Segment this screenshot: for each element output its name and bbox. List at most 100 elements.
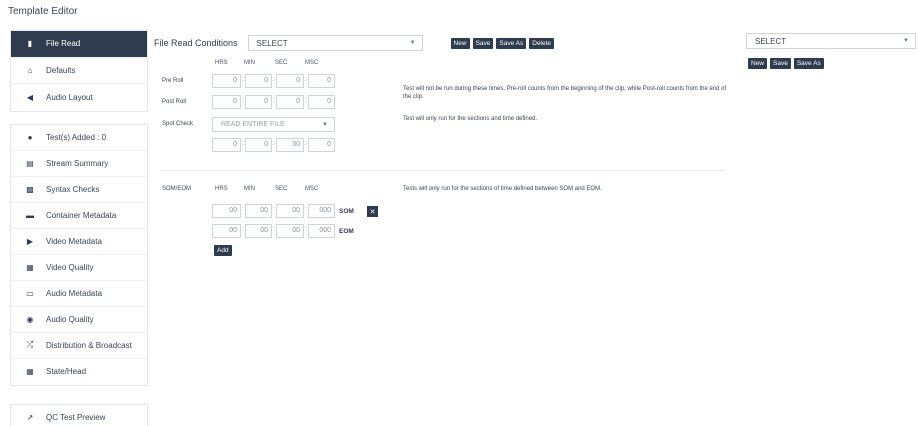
post-roll-msc-input[interactable]: 0 <box>308 95 335 109</box>
save-button[interactable]: Save <box>472 37 494 49</box>
eom-min-input[interactable]: 00 <box>245 224 272 238</box>
post-roll-label: Post Roll <box>162 99 187 105</box>
right-template-select[interactable]: SELECT ▼ <box>746 33 916 49</box>
spot-hrs-input[interactable]: 0 <box>212 138 241 152</box>
speaker-icon: ◀ <box>26 92 34 102</box>
right-save-as-button[interactable]: Save As <box>793 58 824 69</box>
msc-header: MSC <box>305 186 319 192</box>
som-eom-label: SOM/EOM <box>162 186 192 192</box>
som-eom-note: Tests will only run for the sections of … <box>403 186 602 192</box>
eom-msc-input[interactable]: 000 <box>308 224 335 238</box>
new-button[interactable]: New <box>450 37 470 49</box>
colon-separator: : <box>305 140 307 147</box>
colon-separator: : <box>305 97 307 104</box>
grid-icon: ▦ <box>26 367 34 376</box>
add-button[interactable]: Add <box>214 245 232 256</box>
sidebar-item-defaults[interactable]: ⌂ Defaults <box>11 58 147 84</box>
sidebar-item-file-read[interactable]: ▮ File Read <box>11 31 147 58</box>
chevron-down-icon: ▼ <box>903 38 909 44</box>
eom-sec-input[interactable]: 00 <box>276 224 304 238</box>
som-marker-label: SOM <box>339 208 354 215</box>
sidebar-item-label: Defaults <box>46 65 76 75</box>
hrs-header: HRS <box>215 60 228 66</box>
eom-hrs-input[interactable]: 00 <box>212 224 241 238</box>
som-min-input[interactable]: 00 <box>245 204 272 218</box>
min-header: MIN <box>244 60 255 66</box>
min-header: MIN <box>244 186 255 192</box>
spot-msc-input[interactable]: 0 <box>308 138 335 152</box>
spot-min-input[interactable]: 0 <box>245 138 272 152</box>
som-sec-input[interactable]: 00 <box>276 204 304 218</box>
colon-separator: : <box>242 140 244 147</box>
sidebar-item-label: Distribution & Broadcast <box>46 340 132 350</box>
summary-icon: ▤ <box>26 158 34 168</box>
colon-separator: : <box>273 206 275 213</box>
colon-separator: : <box>305 226 307 233</box>
section-divider <box>160 170 725 171</box>
colon-separator: : <box>242 97 244 104</box>
colon-separator: : <box>242 226 244 233</box>
home-icon: ⌂ <box>27 65 33 75</box>
colon-separator: : <box>242 76 244 83</box>
sidebar-item-distribution-broadcast[interactable]: ⤮ Distribution & Broadcast <box>11 333 147 359</box>
sidebar-item-label: Test(s) Added : 0 <box>46 132 107 142</box>
sidebar-item-state-head[interactable]: ▦ State/Head <box>11 359 147 385</box>
save-as-button[interactable]: Save As <box>496 37 527 49</box>
file-read-select[interactable]: SELECT ▼ <box>247 35 423 51</box>
post-roll-min-input[interactable]: 0 <box>245 95 272 109</box>
eom-marker-label: EOM <box>339 228 354 235</box>
spot-check-label: Spot Check <box>162 121 194 127</box>
file-read-actions: New Save Save As Delete <box>450 37 555 49</box>
pre-roll-min-input[interactable]: 0 <box>245 74 272 88</box>
spot-sec-input[interactable]: 30 <box>276 138 304 152</box>
pre-roll-sec-input[interactable]: 0 <box>276 74 304 88</box>
post-roll-hrs-input[interactable]: 0 <box>212 95 241 109</box>
film-icon: ▦ <box>26 262 34 272</box>
sidebar-item-tests-added[interactable]: ● Test(s) Added : 0 <box>11 125 147 151</box>
sidebar-group-preview: ↗ QC Test Preview <box>10 403 148 426</box>
msc-header: MSC <box>305 60 319 66</box>
pre-roll-hrs-input[interactable]: 0 <box>212 74 241 88</box>
sidebar-item-video-quality[interactable]: ▦ Video Quality <box>11 255 147 281</box>
right-save-button[interactable]: Save <box>770 58 791 69</box>
sidebar-item-label: Audio Layout <box>46 92 93 102</box>
file-icon: ▮ <box>27 39 33 49</box>
sidebar-item-label: Audio Metadata <box>46 288 103 298</box>
sec-header: SEC <box>275 186 288 192</box>
post-roll-sec-input[interactable]: 0 <box>276 95 304 109</box>
remove-row-button[interactable]: ✕ <box>367 206 378 217</box>
sidebar-item-container-metadata[interactable]: ▬ Container Metadata <box>11 203 147 229</box>
sidebar-item-label: Video Quality <box>46 262 94 272</box>
spot-check-select[interactable]: READ ENTIRE FILE ▼ <box>212 117 335 132</box>
pre-roll-msc-input[interactable]: 0 <box>308 74 335 88</box>
sidebar-item-qc-test-preview[interactable]: ↗ QC Test Preview <box>11 405 147 426</box>
colon-separator: : <box>305 76 307 83</box>
chevron-down-icon: ▼ <box>322 121 328 128</box>
shuffle-icon: ⤮ <box>26 340 34 349</box>
sidebar-item-label: QC Test Preview <box>46 413 106 422</box>
file-read-conditions-label: File Read Conditions <box>154 38 238 48</box>
sidebar-item-audio-quality[interactable]: ◉ Audio Quality <box>11 307 147 333</box>
sidebar-item-syntax-checks[interactable]: ▩ Syntax Checks <box>11 177 147 203</box>
som-hrs-input[interactable]: 00 <box>212 204 241 218</box>
right-new-button[interactable]: New <box>748 58 768 69</box>
delete-button[interactable]: Delete <box>529 37 555 49</box>
container-icon: ▬ <box>26 210 34 220</box>
volume-icon: ◉ <box>26 314 34 324</box>
spot-note: Test will only run for the sections and … <box>403 116 538 122</box>
sidebar-item-video-metadata[interactable]: ▶ Video Metadata <box>11 229 147 255</box>
sec-header: SEC <box>275 60 288 66</box>
som-msc-input[interactable]: 000 <box>308 204 335 218</box>
right-select-value: SELECT <box>755 36 787 46</box>
external-link-icon: ↗ <box>26 413 34 422</box>
sidebar-item-label: Stream Summary <box>46 158 109 168</box>
colon-separator: : <box>305 206 307 213</box>
sidebar: ▮ File Read ⌂ Defaults ◀ Audio Layout ● … <box>10 30 148 426</box>
sidebar-item-stream-summary[interactable]: ▤ Stream Summary <box>11 151 147 177</box>
colon-separator: : <box>242 206 244 213</box>
spot-check-select-value: READ ENTIRE FILE <box>221 121 285 128</box>
sidebar-item-audio-layout[interactable]: ◀ Audio Layout <box>11 84 147 111</box>
sidebar-item-audio-metadata[interactable]: ▭ Audio Metadata <box>11 281 147 307</box>
sidebar-item-label: Container Metadata <box>46 210 117 220</box>
file-read-select-value: SELECT <box>256 38 288 48</box>
